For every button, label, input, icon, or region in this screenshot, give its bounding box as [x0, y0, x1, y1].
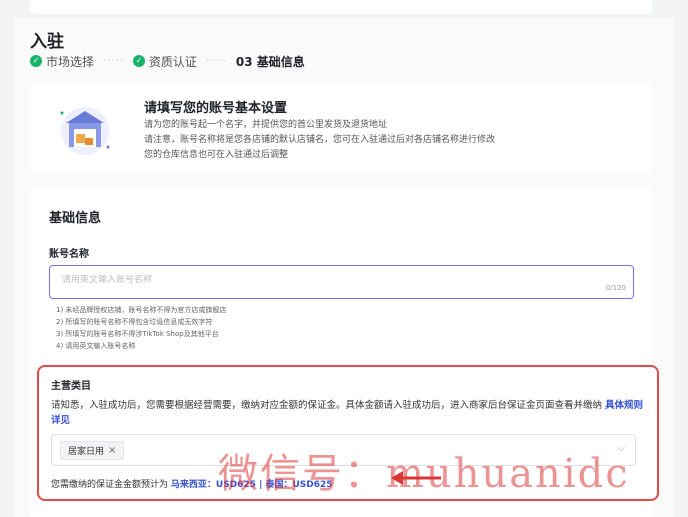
close-icon[interactable]: ×	[108, 445, 116, 456]
category-note-text: 请知悉，入驻成功后，您需要根据经营需要，缴纳对应金额的保证金。具体金额请入驻成功…	[51, 400, 603, 411]
step-qualification: 资质认证	[148, 54, 197, 69]
section-title: 基础信息	[49, 211, 102, 226]
page-title: 入驻	[30, 32, 64, 52]
rule-item: 3) 所填写的账号名称不得涉TikTok Shop及其他平台	[56, 330, 219, 338]
check-circle-icon: ✓	[132, 55, 145, 67]
warehouse-illustration	[60, 107, 110, 155]
rule-item: 4) 请用英文输入账号名称	[56, 342, 136, 350]
intro-line: 您的仓库信息也可在入驻通过后调整	[144, 150, 289, 160]
category-note: 请知悉，入驻成功后，您需要根据经营需要，缴纳对应金额的保证金。具体金额请入驻成功…	[51, 398, 651, 428]
account-name-input[interactable]	[62, 275, 562, 285]
intro-card: 请填写您的账号基本设置 请为您的账号起一个名字，并提供您的首公里发货及退货地址 …	[30, 83, 652, 175]
rule-item: 2) 所填写的账号名称不得包含垃圾信息或无效字符	[56, 318, 213, 326]
account-name-field[interactable]: 0/120	[49, 265, 634, 299]
category-tag: 居家日用 ×	[60, 441, 125, 460]
previous-card	[30, 0, 652, 14]
intro-line: 请注意，账号名称将是您各店铺的默认店铺名，您可在入驻通过后对各店铺名称进行修改	[144, 135, 496, 145]
category-tag-label: 居家日用	[68, 447, 105, 457]
rule-item: 1) 未经品牌授权店铺，账号名称不得为官方店或旗舰店	[56, 306, 227, 314]
step-progress: ✓ 市场选择 ····· ✓ 资质认证 ····· 03 基础信息	[30, 52, 305, 70]
category-title: 主营类目	[51, 381, 91, 392]
step-basic-info: 03 基础信息	[235, 54, 305, 69]
char-counter: 0/120	[605, 284, 626, 292]
step-market: 市场选择	[46, 54, 95, 69]
account-name-label: 账号名称	[49, 249, 89, 260]
step-separator: ·····	[103, 55, 124, 67]
intro-line: 请为您的账号起一个名字，并提供您的首公里发货及退货地址	[144, 120, 388, 130]
check-circle-icon: ✓	[30, 55, 42, 67]
deposit-prefix: 您需缴纳的保证金金额预计为	[51, 480, 169, 490]
arrow-left-icon	[391, 471, 441, 485]
step-separator: ·····	[205, 55, 227, 67]
intro-title: 请填写您的账号基本设置	[144, 101, 288, 116]
